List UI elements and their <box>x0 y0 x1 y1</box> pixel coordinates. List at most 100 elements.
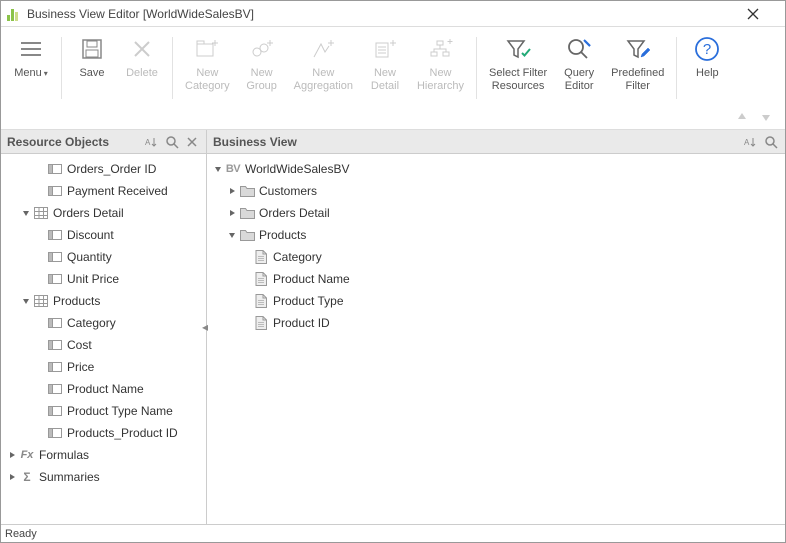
help-icon: ? <box>693 35 721 63</box>
status-text: Ready <box>5 528 37 540</box>
resource-row[interactable]: Price <box>1 356 206 378</box>
select-filter-resources-button[interactable]: Select Filter Resources <box>483 31 553 97</box>
chevron-right-icon[interactable] <box>5 448 19 462</box>
resource-row[interactable]: Discount <box>1 224 206 246</box>
chevron-right-icon[interactable] <box>5 470 19 484</box>
bv-row[interactable]: Product Type <box>207 290 785 312</box>
svg-text:?: ? <box>703 41 711 58</box>
table-icon <box>33 206 49 220</box>
panels: Resource Objects A Orders_Order ID Paymen… <box>1 129 785 524</box>
predefined-filter-label: Predefined Filter <box>611 67 664 93</box>
twist-spacer <box>33 184 47 198</box>
help-label: Help <box>696 67 719 80</box>
chevron-down-icon[interactable] <box>211 162 225 176</box>
resource-row[interactable]: Products_Product ID <box>1 422 206 444</box>
resource-row[interactable]: Category <box>1 312 206 334</box>
bv-row[interactable]: Product ID <box>207 312 785 334</box>
svg-text:A: A <box>145 138 151 147</box>
resource-row[interactable]: Orders Detail <box>1 202 206 224</box>
new-detail-icon <box>371 35 399 63</box>
field-icon <box>47 316 63 330</box>
sort-icon[interactable]: A <box>743 134 759 150</box>
tree-item-label: Formulas <box>39 448 89 462</box>
tree-item-label: Products_Product ID <box>67 426 178 440</box>
twist-spacer <box>239 272 253 286</box>
field-icon <box>47 360 63 374</box>
tree-item-label: Products <box>53 294 100 308</box>
save-button[interactable]: Save <box>68 31 116 84</box>
hamburger-icon <box>17 35 45 63</box>
search-icon[interactable] <box>763 134 779 150</box>
move-down-button[interactable] <box>757 108 775 126</box>
twist-spacer <box>33 316 47 330</box>
field-icon <box>47 426 63 440</box>
business-view-tree[interactable]: BVWorldWideSalesBVCustomersOrders Detail… <box>207 154 785 524</box>
sort-icon[interactable]: A <box>144 134 160 150</box>
resource-row[interactable]: Unit Price <box>1 268 206 290</box>
bv-row[interactable]: Products <box>207 224 785 246</box>
app-icon <box>7 7 21 21</box>
resource-row[interactable]: Cost <box>1 334 206 356</box>
bv-row[interactable]: Customers <box>207 180 785 202</box>
business-view-title: Business View <box>213 135 739 149</box>
bv-row[interactable]: Orders Detail <box>207 202 785 224</box>
tree-item-label: Category <box>273 250 322 264</box>
bv-row[interactable]: Category <box>207 246 785 268</box>
chevron-right-icon[interactable] <box>225 184 239 198</box>
resource-row[interactable]: Product Type Name <box>1 400 206 422</box>
field-icon <box>47 404 63 418</box>
menu-label: Menu <box>14 67 42 79</box>
tree-item-label: Product Type Name <box>67 404 173 418</box>
chevron-right-icon[interactable] <box>225 206 239 220</box>
resource-row[interactable]: Payment Received <box>1 180 206 202</box>
query-editor-button[interactable]: Query Editor <box>555 31 603 97</box>
new-category-label: New Category <box>185 67 230 93</box>
titlebar: Business View Editor [WorldWideSalesBV] <box>1 1 785 27</box>
resource-row[interactable]: Product Name <box>1 378 206 400</box>
twist-spacer <box>33 382 47 396</box>
delete-icon <box>128 35 156 63</box>
new-detail-label: New Detail <box>371 67 399 93</box>
tree-item-label: Product Type <box>273 294 344 308</box>
resource-objects-header: Resource Objects A <box>1 130 206 154</box>
tree-item-label: Orders_Order ID <box>67 162 156 176</box>
tree-item-label: Unit Price <box>67 272 119 286</box>
chevron-down-icon[interactable] <box>225 228 239 242</box>
sum-icon: Σ <box>19 470 35 484</box>
close-panel-icon[interactable] <box>184 134 200 150</box>
predefined-filter-button[interactable]: Predefined Filter <box>605 31 670 97</box>
bv-row[interactable]: BVWorldWideSalesBV <box>207 158 785 180</box>
resource-objects-tree[interactable]: Orders_Order ID Payment ReceivedOrders De… <box>1 154 206 524</box>
tree-item-label: Cost <box>67 338 92 352</box>
resource-row[interactable]: Products <box>1 290 206 312</box>
new-category-button: New Category <box>179 31 236 97</box>
twist-spacer <box>33 360 47 374</box>
close-button[interactable] <box>747 8 779 20</box>
field-icon <box>47 272 63 286</box>
resource-row[interactable]: Orders_Order ID <box>1 158 206 180</box>
twist-spacer <box>239 316 253 330</box>
menu-button[interactable]: Menu▾ <box>7 31 55 84</box>
doc-icon <box>253 316 269 330</box>
new-hierarchy-icon <box>427 35 455 63</box>
new-hierarchy-label: New Hierarchy <box>417 67 464 93</box>
folder-icon <box>239 184 255 198</box>
doc-icon <box>253 294 269 308</box>
bv-row[interactable]: Product Name <box>207 268 785 290</box>
twist-spacer <box>33 228 47 242</box>
resource-row[interactable]: ΣSummaries <box>1 466 206 488</box>
window-title: Business View Editor [WorldWideSalesBV] <box>27 7 747 21</box>
field-icon <box>47 184 63 198</box>
help-button[interactable]: ? Help <box>683 31 731 84</box>
chevron-down-icon[interactable] <box>19 294 33 308</box>
search-icon[interactable] <box>164 134 180 150</box>
move-up-button[interactable] <box>733 108 751 126</box>
twist-spacer <box>33 426 47 440</box>
resource-row[interactable]: FxFormulas <box>1 444 206 466</box>
chevron-down-icon[interactable] <box>19 206 33 220</box>
query-editor-label: Query Editor <box>564 67 594 93</box>
field-icon <box>47 228 63 242</box>
resource-row[interactable]: Quantity <box>1 246 206 268</box>
twist-spacer <box>33 272 47 286</box>
tree-item-label: Product Name <box>273 272 350 286</box>
